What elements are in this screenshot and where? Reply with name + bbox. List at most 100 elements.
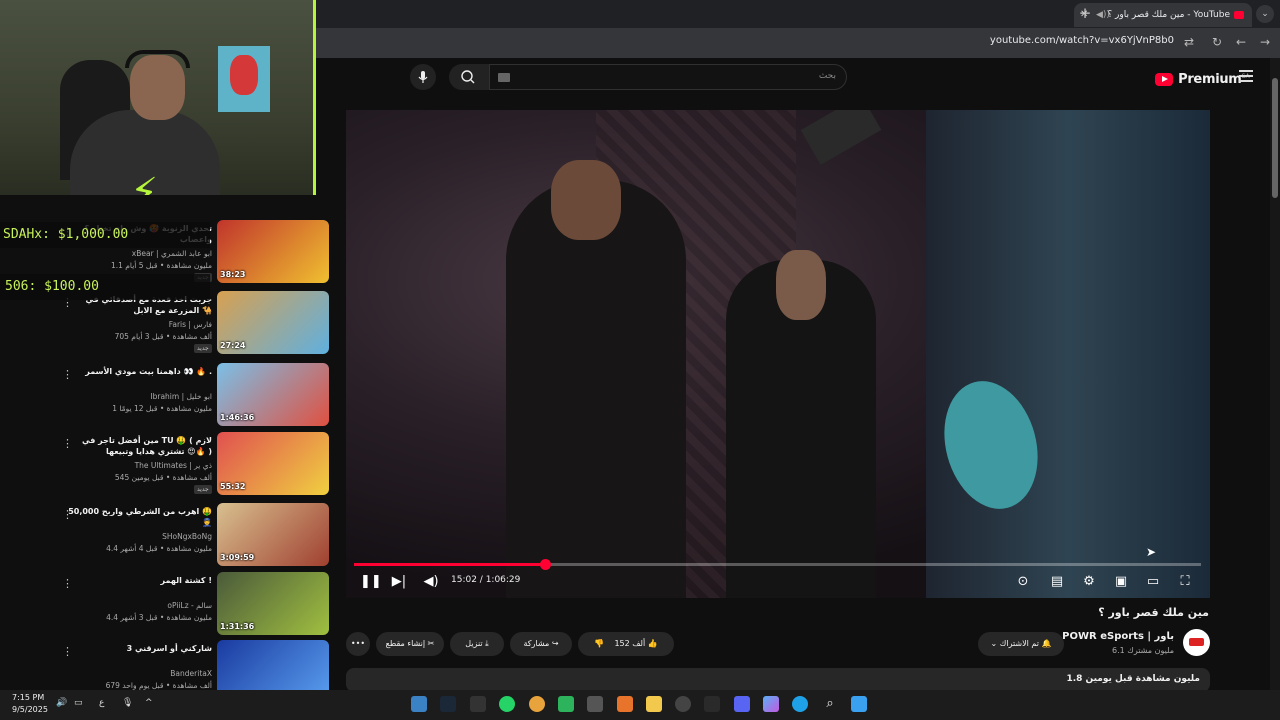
channel-avatar[interactable]	[1183, 629, 1210, 656]
edge-icon[interactable]	[792, 696, 808, 712]
clock-date[interactable]: 9/5/2025	[12, 705, 48, 714]
pause-icon[interactable]: ❚❚	[360, 573, 382, 591]
progress-bar[interactable]	[354, 559, 1201, 570]
more-vert-icon[interactable]: ⋮	[62, 645, 73, 658]
tab-search-icon[interactable]: ⌄	[1256, 5, 1274, 23]
raised-arm	[800, 110, 882, 165]
input-language[interactable]: ع	[99, 698, 104, 708]
recommendation-channel[interactable]: SHoNgxBoNg	[162, 532, 212, 541]
start-windows-icon[interactable]	[851, 696, 867, 712]
hamburger-menu-icon[interactable]	[1239, 70, 1253, 82]
like-icon[interactable]: 👍	[648, 639, 658, 648]
subscribed-button[interactable]: ⌄ تم الاشتراك 🔔	[978, 632, 1064, 656]
more-vert-icon[interactable]: ⋮	[62, 577, 73, 590]
show-hidden-icons-icon[interactable]: ^	[145, 698, 153, 708]
recommendation-title[interactable]: داهمنا بيت مودي الأسمر 👀 🔥 .	[62, 366, 212, 377]
recommendation-channel[interactable]: The Ultimates | ذي ير	[135, 461, 212, 470]
app-icon[interactable]	[558, 696, 574, 712]
recommendation-title[interactable]: اهرب من الشرطي واربح 50,000 🤑👮	[62, 506, 212, 528]
glass-window	[926, 110, 1210, 598]
app-icon[interactable]	[617, 696, 633, 712]
recommendation-meta: 4.4 مليون مشاهدة • قبل 4 أشهر	[106, 544, 212, 553]
donation-alert: SDAHx: $1,000.00	[0, 222, 210, 248]
scissors-icon: ✂	[427, 639, 435, 648]
like-count[interactable]: 152 ألف	[614, 639, 645, 648]
video-player[interactable]	[346, 110, 1210, 598]
share-icon: ↪	[551, 639, 559, 648]
steam-icon[interactable]	[440, 696, 456, 712]
copilot-icon[interactable]	[763, 696, 779, 712]
recommendation-title[interactable]: مين أفضل تاجر في TU 🤑 ( لازم تشتري هدايا…	[62, 435, 212, 457]
app-icon[interactable]	[587, 696, 603, 712]
recommendation-channel[interactable]: BanderitaX	[170, 669, 212, 678]
browser-tab[interactable]: ✕ ◀)) مين ملك قصر باور ؟ - YouTube	[1074, 3, 1252, 27]
clock-time[interactable]: 7:15 PM	[12, 693, 44, 702]
bell-icon: 🔔	[1041, 639, 1052, 648]
share-button[interactable]: مشاركة ↪	[510, 632, 572, 656]
lightning-logo-icon: ⚡	[130, 170, 159, 195]
recommendation-channel[interactable]: Faris | فارس	[169, 320, 212, 329]
recommendation-meta: 705 ألف مشاهدة • قبل 3 أيام	[114, 332, 212, 341]
discord-icon[interactable]	[734, 696, 750, 712]
network-tray-icon[interactable]: ▭	[74, 698, 83, 708]
back-icon[interactable]: ←	[1233, 34, 1249, 50]
file-explorer-icon[interactable]	[646, 696, 662, 712]
download-button[interactable]: تنزيل ⤓	[450, 632, 504, 656]
recommendation-channel[interactable]: oPiiLz - سالم	[167, 601, 212, 610]
recommendation-meta: 545 ألف مشاهدة • قبل يومين	[114, 473, 212, 482]
app-icon[interactable]	[704, 696, 720, 712]
search-taskbar-icon[interactable]: ⌕	[822, 696, 838, 712]
clip-button[interactable]: إنشاء مقطع ✂	[376, 632, 444, 656]
more-vert-icon[interactable]: ⋮	[62, 508, 73, 521]
scrollbar-thumb[interactable]	[1272, 78, 1278, 198]
recommendation-item[interactable]: 1:31:36 كشتة الهمر ! oPiiLz - سالم 4.4 م…	[0, 572, 330, 640]
description-box[interactable]: 1.8 مليون مشاهدة قبل يومين	[346, 668, 1210, 692]
speaker-tray-icon[interactable]: 🔊	[56, 698, 67, 708]
video-duration: 3:09:59	[220, 553, 255, 562]
chrome-icon[interactable]	[529, 696, 545, 712]
reload-icon[interactable]: ↻	[1209, 34, 1225, 50]
recommendation-item[interactable]: 1:46:36 داهمنا بيت مودي الأسمر 👀 🔥 . Ibr…	[0, 363, 330, 431]
more-vert-icon[interactable]: ⋮	[62, 368, 73, 381]
subtitles-icon[interactable]: ▤	[1048, 573, 1066, 591]
recommendation-channel[interactable]: Ibrahim | ابو خليل	[150, 392, 212, 401]
recommendation-item[interactable]: 3:09:59 اهرب من الشرطي واربح 50,000 🤑👮 S…	[0, 503, 330, 571]
youtube-favicon-icon	[1234, 11, 1244, 19]
voice-search-button[interactable]	[410, 64, 436, 90]
miniplayer-icon[interactable]: ▣	[1112, 573, 1130, 591]
theater-mode-icon[interactable]: ▭	[1144, 573, 1162, 591]
recommendation-meta: 679 ألف مشاهدة • قبل يوم واحد	[105, 681, 212, 690]
youtube-premium-logo[interactable]: PremiumSA	[1155, 69, 1250, 87]
app-icon[interactable]	[411, 696, 427, 712]
recommendation-item[interactable]: 27:24 جربت اخذ قعدة مع أصدقائي في المزرع…	[0, 291, 330, 359]
next-icon[interactable]: ▶|	[390, 573, 408, 591]
whatsapp-icon[interactable]	[499, 696, 515, 712]
recommendation-title[interactable]: شاركني أو اسرقني 3	[62, 643, 212, 654]
more-actions-button[interactable]: •••	[346, 632, 370, 656]
more-vert-icon[interactable]: ⋮	[62, 437, 73, 450]
fullscreen-icon[interactable]: ⛶	[1176, 573, 1194, 591]
autoplay-toggle-icon[interactable]: ⊙	[1012, 573, 1034, 591]
person-face-2	[776, 250, 826, 320]
recommendation-channel[interactable]: xBear | ابو عابد الشمري	[132, 249, 212, 258]
xbox-icon[interactable]	[470, 696, 486, 712]
search-button[interactable]	[449, 64, 489, 90]
settings-gear-icon[interactable]: ⚙	[1080, 573, 1098, 591]
channel-name[interactable]: POWR eSports | باور	[1062, 631, 1174, 642]
recommendation-item[interactable]: 55:32 مين أفضل تاجر في TU 🤑 ( لازم تشتري…	[0, 432, 330, 500]
youtube-play-icon	[1155, 73, 1173, 86]
dislike-button[interactable]: 👎	[594, 639, 607, 648]
url-field[interactable]: youtube.com/watch?v=vx6YjVnP8b0	[990, 35, 1174, 46]
speaker-icon[interactable]: ◀))	[1096, 3, 1110, 27]
search-placeholder: بحث	[818, 71, 836, 81]
mic-tray-icon[interactable]: 🎙	[122, 698, 133, 708]
search-input[interactable]: بحث	[489, 64, 847, 90]
page-scrollbar[interactable]	[1270, 58, 1280, 690]
site-settings-icon[interactable]: ⇄	[1181, 34, 1197, 50]
forward-icon[interactable]: →	[1257, 34, 1273, 50]
new-tab-button[interactable]: +	[1076, 5, 1094, 23]
recommendation-title[interactable]: كشتة الهمر !	[62, 575, 213, 586]
obs-icon[interactable]	[675, 696, 691, 712]
streamer-webcam: ⚡	[0, 0, 316, 195]
volume-icon[interactable]: ◀)	[422, 573, 440, 591]
